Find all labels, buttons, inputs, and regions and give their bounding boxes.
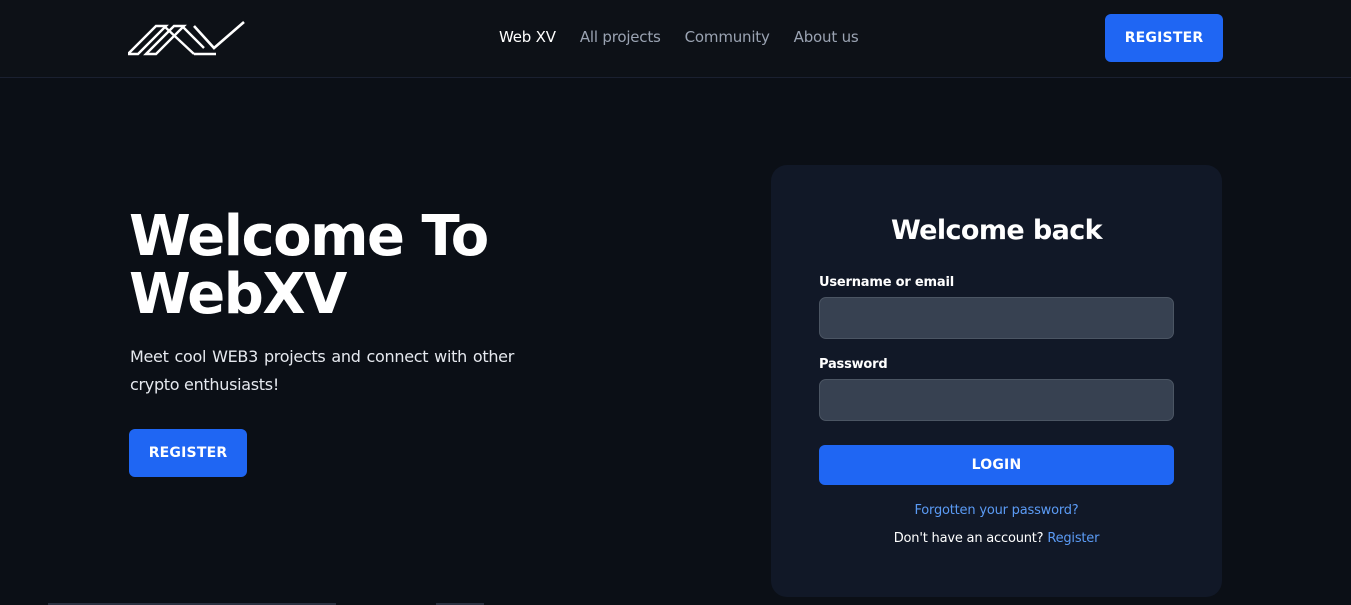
no-account-text: Don't have an account? [893, 531, 1044, 546]
hero-title-line2: WebXV [129, 262, 347, 327]
forgot-password-link[interactable]: Forgotten your password? [771, 503, 1222, 518]
nav-link-all-projects[interactable]: All projects [580, 28, 661, 46]
hero-register-button[interactable]: REGISTER [129, 429, 247, 477]
top-navbar: Web XV All projects Community About us R… [0, 0, 1351, 78]
header-register-button[interactable]: REGISTER [1105, 14, 1223, 62]
main-nav: Web XV All projects Community About us [499, 28, 859, 46]
hero-title-line1: Welcome To [129, 204, 489, 269]
username-input[interactable] [819, 297, 1174, 339]
username-label: Username or email [819, 275, 954, 290]
hero-title: Welcome To WebXV [129, 208, 649, 324]
register-link[interactable]: Register [1047, 531, 1099, 546]
password-label: Password [819, 357, 888, 372]
login-title: Welcome back [890, 215, 1103, 246]
login-button[interactable]: LOGIN [819, 445, 1174, 485]
nav-link-web-xv[interactable]: Web XV [499, 28, 556, 46]
xv-logo-icon[interactable] [128, 20, 246, 56]
no-account-row: Don't have an account? Register [771, 531, 1222, 546]
password-input[interactable] [819, 379, 1174, 421]
nav-link-community[interactable]: Community [685, 28, 770, 46]
nav-link-about-us[interactable]: About us [794, 28, 859, 46]
hero-subtitle: Meet cool WEB3 projects and connect with… [130, 347, 514, 394]
login-card: Welcome back Username or email Password … [771, 165, 1222, 597]
